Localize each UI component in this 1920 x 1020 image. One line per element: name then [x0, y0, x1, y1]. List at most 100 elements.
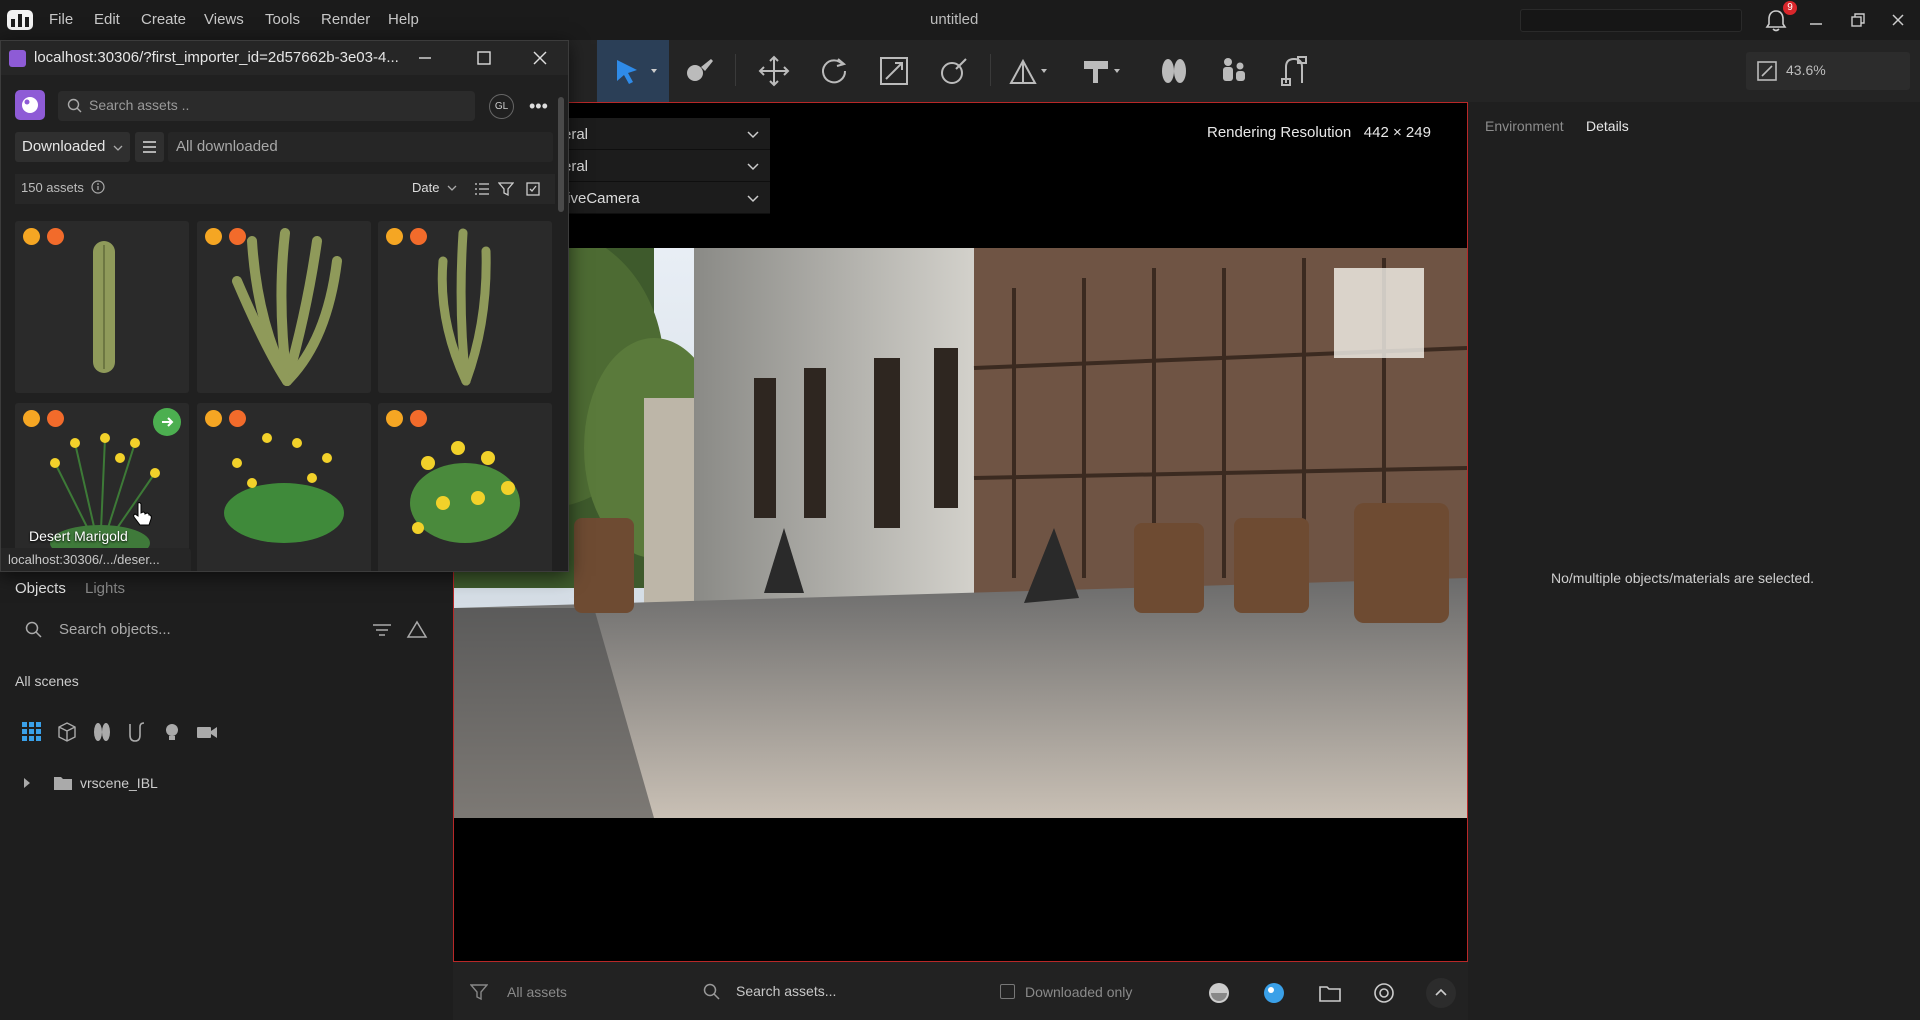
rotate-tool-button[interactable] [810, 50, 858, 92]
badge-icon [229, 410, 246, 427]
paint-tool-button[interactable] [675, 50, 723, 92]
expand-arrow-icon[interactable] [24, 778, 30, 788]
search-icon [703, 983, 721, 1001]
clear-filter-icon[interactable] [406, 619, 428, 641]
rendered-scene-image [454, 248, 1467, 818]
browser-status-bar: localhost:30306/.../deser... [1, 548, 191, 571]
tab-objects[interactable]: Objects [15, 580, 66, 597]
menu-render[interactable]: Render [321, 11, 370, 28]
toolbar-divider [735, 54, 736, 86]
list-view-icon[interactable] [474, 181, 490, 197]
resolution-value: 442 × 249 [1363, 124, 1431, 141]
tree-row-vrscene[interactable] [20, 772, 80, 794]
menu-tools[interactable]: Tools [265, 11, 300, 28]
menu-create[interactable]: Create [141, 11, 186, 28]
source-filter-label: Downloaded [22, 138, 106, 155]
spline-icon[interactable] [125, 720, 149, 744]
badge-icon [205, 410, 222, 427]
texture-sphere-icon[interactable] [1373, 982, 1395, 1004]
downloaded-only-label: Downloaded only [1025, 984, 1133, 1000]
vegetation-icon[interactable] [90, 720, 114, 744]
asset-thumbnail [410, 441, 520, 543]
badge-icon [205, 228, 222, 245]
filter-icon[interactable] [470, 983, 488, 1001]
source-filter-dropdown[interactable]: Downloaded [15, 132, 130, 162]
chevron-down-icon [113, 145, 123, 151]
light-bulb-icon[interactable] [160, 720, 184, 744]
menu-views[interactable]: Views [204, 11, 244, 28]
asset-filter-label[interactable]: All assets [507, 984, 567, 1000]
badge-icon [410, 228, 427, 245]
asset-browser-window[interactable]: localhost:30306/?first_importer_id=2d576… [0, 40, 569, 572]
restore-icon[interactable] [1848, 10, 1868, 30]
badge-icon [47, 228, 64, 245]
snap-tool-button[interactable] [930, 50, 978, 92]
scatter-tool-button[interactable] [1150, 50, 1198, 92]
folder-icon [54, 777, 72, 790]
badge-icon [410, 410, 427, 427]
asset-card[interactable] [378, 221, 552, 393]
badge-icon [23, 410, 40, 427]
badge-icon [23, 228, 40, 245]
collection-filter[interactable]: All downloaded [168, 132, 553, 162]
asset-library-icon[interactable] [1263, 982, 1285, 1004]
hammer-tool-button[interactable] [1078, 50, 1126, 92]
tree-item-label[interactable]: vrscene_IBL [80, 775, 158, 791]
user-avatar[interactable]: GL [489, 94, 514, 119]
select-tool-button[interactable] [597, 40, 669, 102]
bend-tool-button[interactable] [1270, 50, 1318, 92]
camera-icon[interactable] [195, 720, 219, 744]
bottom-search-input[interactable]: Search assets... [736, 983, 836, 999]
minimize-icon[interactable] [1806, 10, 1826, 30]
all-scenes-label: All scenes [15, 673, 79, 689]
select-all-icon[interactable] [525, 181, 541, 197]
terrain-tool-button[interactable] [1005, 50, 1053, 92]
filter-icon[interactable] [498, 181, 514, 197]
collection-list-button[interactable] [135, 132, 164, 162]
notification-count-badge: 9 [1783, 1, 1797, 15]
people-tool-button[interactable] [1210, 50, 1258, 92]
asset-card[interactable] [197, 403, 371, 571]
material-sphere-icon[interactable] [1208, 982, 1230, 1004]
hovered-asset-name: Desert Marigold [29, 528, 128, 544]
browser-minimize-icon[interactable] [416, 49, 434, 67]
info-icon[interactable] [91, 180, 105, 194]
filter-list-icon[interactable] [371, 619, 393, 641]
tab-details[interactable]: Details [1586, 118, 1629, 134]
cube-icon[interactable] [55, 720, 79, 744]
tab-environment[interactable]: Environment [1485, 118, 1564, 134]
menu-help[interactable]: Help [388, 11, 419, 28]
resolution-label: Rendering Resolution [1207, 124, 1352, 141]
app-logo-icon[interactable] [6, 8, 34, 32]
move-tool-button[interactable] [750, 50, 798, 92]
object-search-input[interactable]: Search objects... [59, 621, 171, 638]
asset-card[interactable] [15, 221, 189, 393]
dropdown-label: tiveCamera [563, 190, 640, 207]
downloaded-only-checkbox[interactable] [1000, 984, 1015, 999]
more-options-icon[interactable]: ••• [529, 96, 548, 117]
sort-dropdown[interactable]: Date [412, 180, 439, 195]
badge-icon [229, 228, 246, 245]
asset-library-logo-icon[interactable] [15, 90, 45, 120]
browser-maximize-icon[interactable] [475, 49, 493, 67]
folder-icon[interactable] [1318, 982, 1342, 1004]
menu-edit[interactable]: Edit [94, 11, 120, 28]
title-search-field[interactable] [1520, 9, 1742, 32]
asset-card[interactable] [197, 221, 371, 393]
browser-scrollbar[interactable] [558, 97, 564, 212]
asset-search-input[interactable]: Search assets .. [89, 97, 189, 113]
asset-thumbnail [224, 433, 344, 543]
asset-card[interactable] [378, 403, 552, 571]
expand-up-button[interactable] [1426, 978, 1456, 1008]
grid-all-icon[interactable] [20, 720, 44, 744]
scale-tool-button[interactable] [870, 50, 918, 92]
tab-lights[interactable]: Lights [85, 580, 125, 597]
asset-count: 150 assets [21, 180, 84, 195]
close-icon[interactable] [1888, 10, 1908, 30]
badge-icon [386, 410, 403, 427]
menu-file[interactable]: File [49, 11, 73, 28]
import-asset-button[interactable] [153, 408, 181, 436]
browser-url: localhost:30306/?first_importer_id=2d576… [34, 49, 399, 66]
browser-close-icon[interactable] [531, 49, 549, 67]
asset-thumbnail [437, 228, 491, 386]
